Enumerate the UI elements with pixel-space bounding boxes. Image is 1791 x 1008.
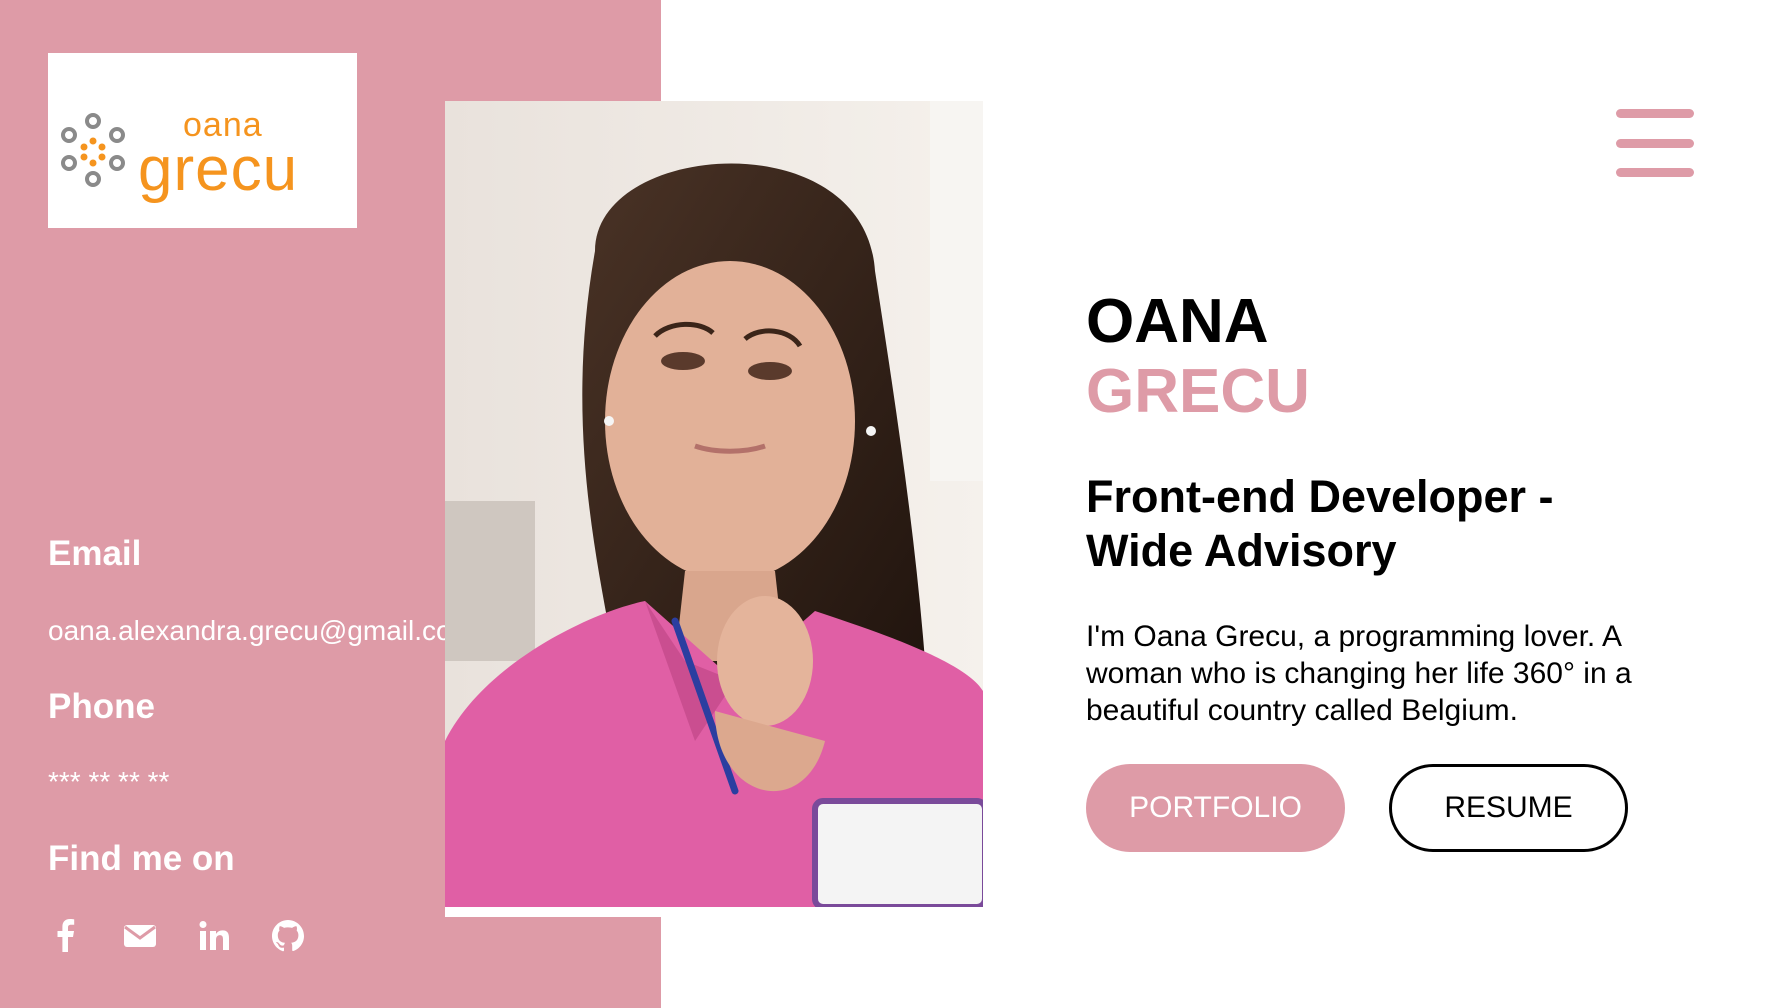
email-icon[interactable] (122, 918, 158, 954)
phone-value: *** ** ** ** (48, 766, 170, 797)
dots-logo-icon (61, 113, 125, 187)
social-links (48, 918, 306, 954)
profile-photo (445, 101, 983, 907)
job-title: Front-end Developer - Wide Advisory (1086, 471, 1554, 576)
portfolio-button[interactable]: PORTFOLIO (1086, 764, 1345, 852)
first-name-heading: OANA (1086, 287, 1269, 356)
page: oana grecu Email oana.alexandra.grecu@gm… (0, 0, 1791, 1008)
menu-line-middle (1616, 139, 1694, 148)
phone-heading: Phone (48, 687, 155, 726)
linkedin-icon[interactable] (196, 918, 232, 954)
bio-text: I'm Oana Grecu, a programming lover. A w… (1086, 620, 1632, 727)
last-name-heading: GRECU (1086, 357, 1310, 426)
hamburger-menu-icon[interactable] (1616, 109, 1694, 179)
menu-line-bottom (1616, 168, 1694, 177)
facebook-icon[interactable] (48, 918, 84, 954)
menu-line-top (1616, 109, 1694, 118)
logo[interactable]: oana grecu (48, 53, 357, 228)
photo-frame-strip (445, 907, 661, 917)
email-heading: Email (48, 534, 142, 573)
resume-button[interactable]: RESUME (1389, 764, 1628, 852)
email-link[interactable]: oana.alexandra.grecu@gmail.com (48, 615, 450, 647)
social-heading: Find me on (48, 839, 235, 878)
github-icon[interactable] (270, 918, 306, 954)
logo-last-name: grecu (138, 135, 299, 204)
